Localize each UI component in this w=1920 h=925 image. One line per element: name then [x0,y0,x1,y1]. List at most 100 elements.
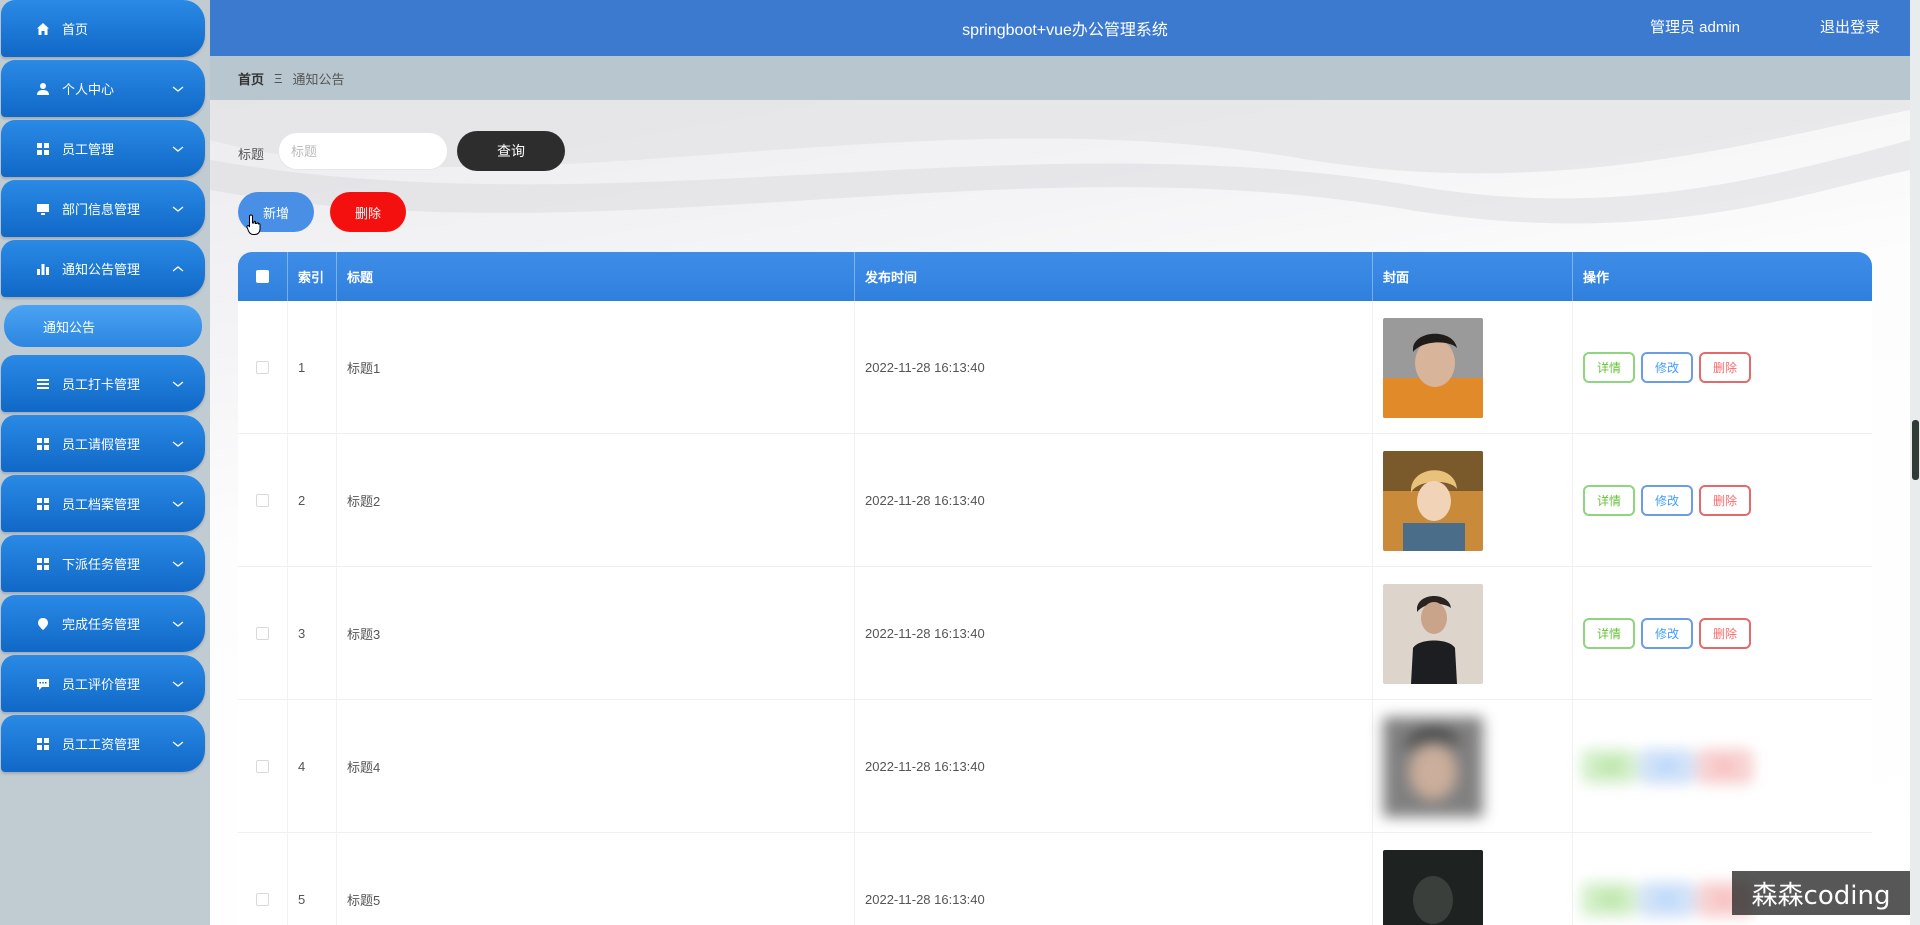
chevron-down-icon [172,380,184,387]
sidebar-item-evaluations[interactable]: 员工评价管理 [1,655,205,712]
row-index: 2 [287,434,336,567]
grid-icon [34,557,52,571]
sidebar-subitem-label: 通知公告 [43,319,96,335]
row-delete-button[interactable]: 删除 [1699,485,1751,516]
row-time: 2022-11-28 16:13:40 [854,434,1372,567]
edit-button[interactable]: 修改 [1641,751,1693,782]
sidebar-item-home[interactable]: 首页 [1,0,205,57]
row-ops-cell: 详情 修改 删除 [1572,434,1872,567]
bar-chart-icon [34,262,52,276]
row-checkbox[interactable] [256,760,269,773]
edit-button[interactable]: 修改 [1641,884,1693,915]
batch-delete-button[interactable]: 删除 [330,192,406,232]
user-icon [34,82,52,96]
row-time: 2022-11-28 16:13:40 [854,833,1372,925]
sidebar-item-label: 员工请假管理 [62,437,141,452]
grid-icon [34,737,52,751]
sidebar-item-label: 员工评价管理 [62,677,141,692]
table-row: 3 标题3 2022-11-28 16:13:40 详情 修改 删除 [238,567,1872,700]
search-input[interactable] [278,132,448,170]
query-button[interactable]: 查询 [457,131,565,171]
cover-image [1383,450,1483,551]
sidebar-item-leave[interactable]: 员工请假管理 [1,415,205,472]
row-select-cell[interactable] [238,833,287,925]
row-title: 标题2 [336,434,854,567]
select-all-cell[interactable] [238,252,287,301]
row-ops-group: 详情 修改 删除 [1583,751,1757,782]
detail-button[interactable]: 详情 [1583,884,1635,915]
table-row: 5 标题5 2022-11-28 16:13:40 详情 修改 删除 [238,833,1872,925]
sidebar-item-notices[interactable]: 通知公告管理 [1,240,205,297]
sidebar-item-completed-tasks[interactable]: 完成任务管理 [1,595,205,652]
breadcrumb-separator: Ξ [274,70,283,86]
detail-button[interactable]: 详情 [1583,618,1635,649]
breadcrumb-current: 通知公告 [292,71,345,87]
row-checkbox[interactable] [256,494,269,507]
row-select-cell[interactable] [238,301,287,434]
cover-image [1383,583,1483,684]
sidebar-subitem-notices[interactable]: 通知公告 [4,305,202,347]
chevron-down-icon [172,620,184,627]
row-cover-cell [1372,567,1572,700]
row-cover-cell [1372,700,1572,833]
select-all-checkbox[interactable] [256,270,269,283]
sidebar-item-assigned-tasks[interactable]: 下派任务管理 [1,535,205,592]
row-title: 标题4 [336,700,854,833]
sidebar-item-archives[interactable]: 员工档案管理 [1,475,205,532]
sidebar-item-salary[interactable]: 员工工资管理 [1,715,205,772]
sidebar-item-label: 首页 [62,22,89,37]
sidebar-item-label: 完成任务管理 [62,617,141,632]
search-label: 标题 [238,147,265,162]
row-checkbox[interactable] [256,361,269,374]
detail-button[interactable]: 详情 [1583,485,1635,516]
table-header: 索引 标题 发布时间 封面 操作 [238,252,1872,301]
sidebar-item-attendance[interactable]: 员工打卡管理 [1,355,205,412]
cover-image [1383,317,1483,418]
notice-table: 索引 标题 发布时间 封面 操作 1 标题1 2022-11-28 16:13:… [238,252,1872,925]
sidebar-item-employees[interactable]: 员工管理 [1,120,205,177]
chevron-down-icon [172,440,184,447]
scrollbar-thumb[interactable] [1912,420,1919,480]
mouse-cursor-icon [246,214,261,235]
row-time: 2022-11-28 16:13:40 [854,301,1372,434]
row-cover-cell [1372,434,1572,567]
sidebar-item-label: 个人中心 [62,82,115,97]
watermark: 森森coding [1732,871,1910,915]
row-index: 5 [287,833,336,925]
detail-button[interactable]: 详情 [1583,352,1635,383]
row-delete-button[interactable]: 删除 [1699,618,1751,649]
breadcrumb-home[interactable]: 首页 [238,69,264,88]
sidebar-item-label: 员工工资管理 [62,737,141,752]
detail-button[interactable]: 详情 [1583,751,1635,782]
background-wave [210,100,1910,224]
page-scrollbar[interactable] [1910,0,1920,925]
chevron-down-icon [172,85,184,92]
row-delete-button[interactable]: 删除 [1699,352,1751,383]
sidebar-item-personal[interactable]: 个人中心 [1,60,205,117]
monitor-icon [34,202,52,216]
chevron-up-icon [172,265,184,272]
table-row: 2 标题2 2022-11-28 16:13:40 详情 修改 删除 [238,434,1872,567]
header-cover: 封面 [1372,252,1572,301]
row-select-cell[interactable] [238,700,287,833]
row-select-cell[interactable] [238,567,287,700]
row-time: 2022-11-28 16:13:40 [854,700,1372,833]
row-delete-button[interactable]: 删除 [1699,751,1751,782]
row-select-cell[interactable] [238,434,287,567]
edit-button[interactable]: 修改 [1641,352,1693,383]
row-ops-cell: 详情 修改 删除 [1572,301,1872,434]
sidebar-item-departments[interactable]: 部门信息管理 [1,180,205,237]
row-checkbox[interactable] [256,627,269,640]
chevron-down-icon [172,740,184,747]
row-checkbox[interactable] [256,893,269,906]
row-time: 2022-11-28 16:13:40 [854,567,1372,700]
sidebar-item-label: 通知公告管理 [62,262,141,277]
row-title: 标题5 [336,833,854,925]
row-index: 1 [287,301,336,434]
edit-button[interactable]: 修改 [1641,618,1693,649]
sidebar-item-label: 员工管理 [62,142,115,157]
chevron-down-icon [172,205,184,212]
sidebar-item-label: 员工档案管理 [62,497,141,512]
logout-link[interactable]: 退出登录 [1820,16,1880,37]
edit-button[interactable]: 修改 [1641,485,1693,516]
